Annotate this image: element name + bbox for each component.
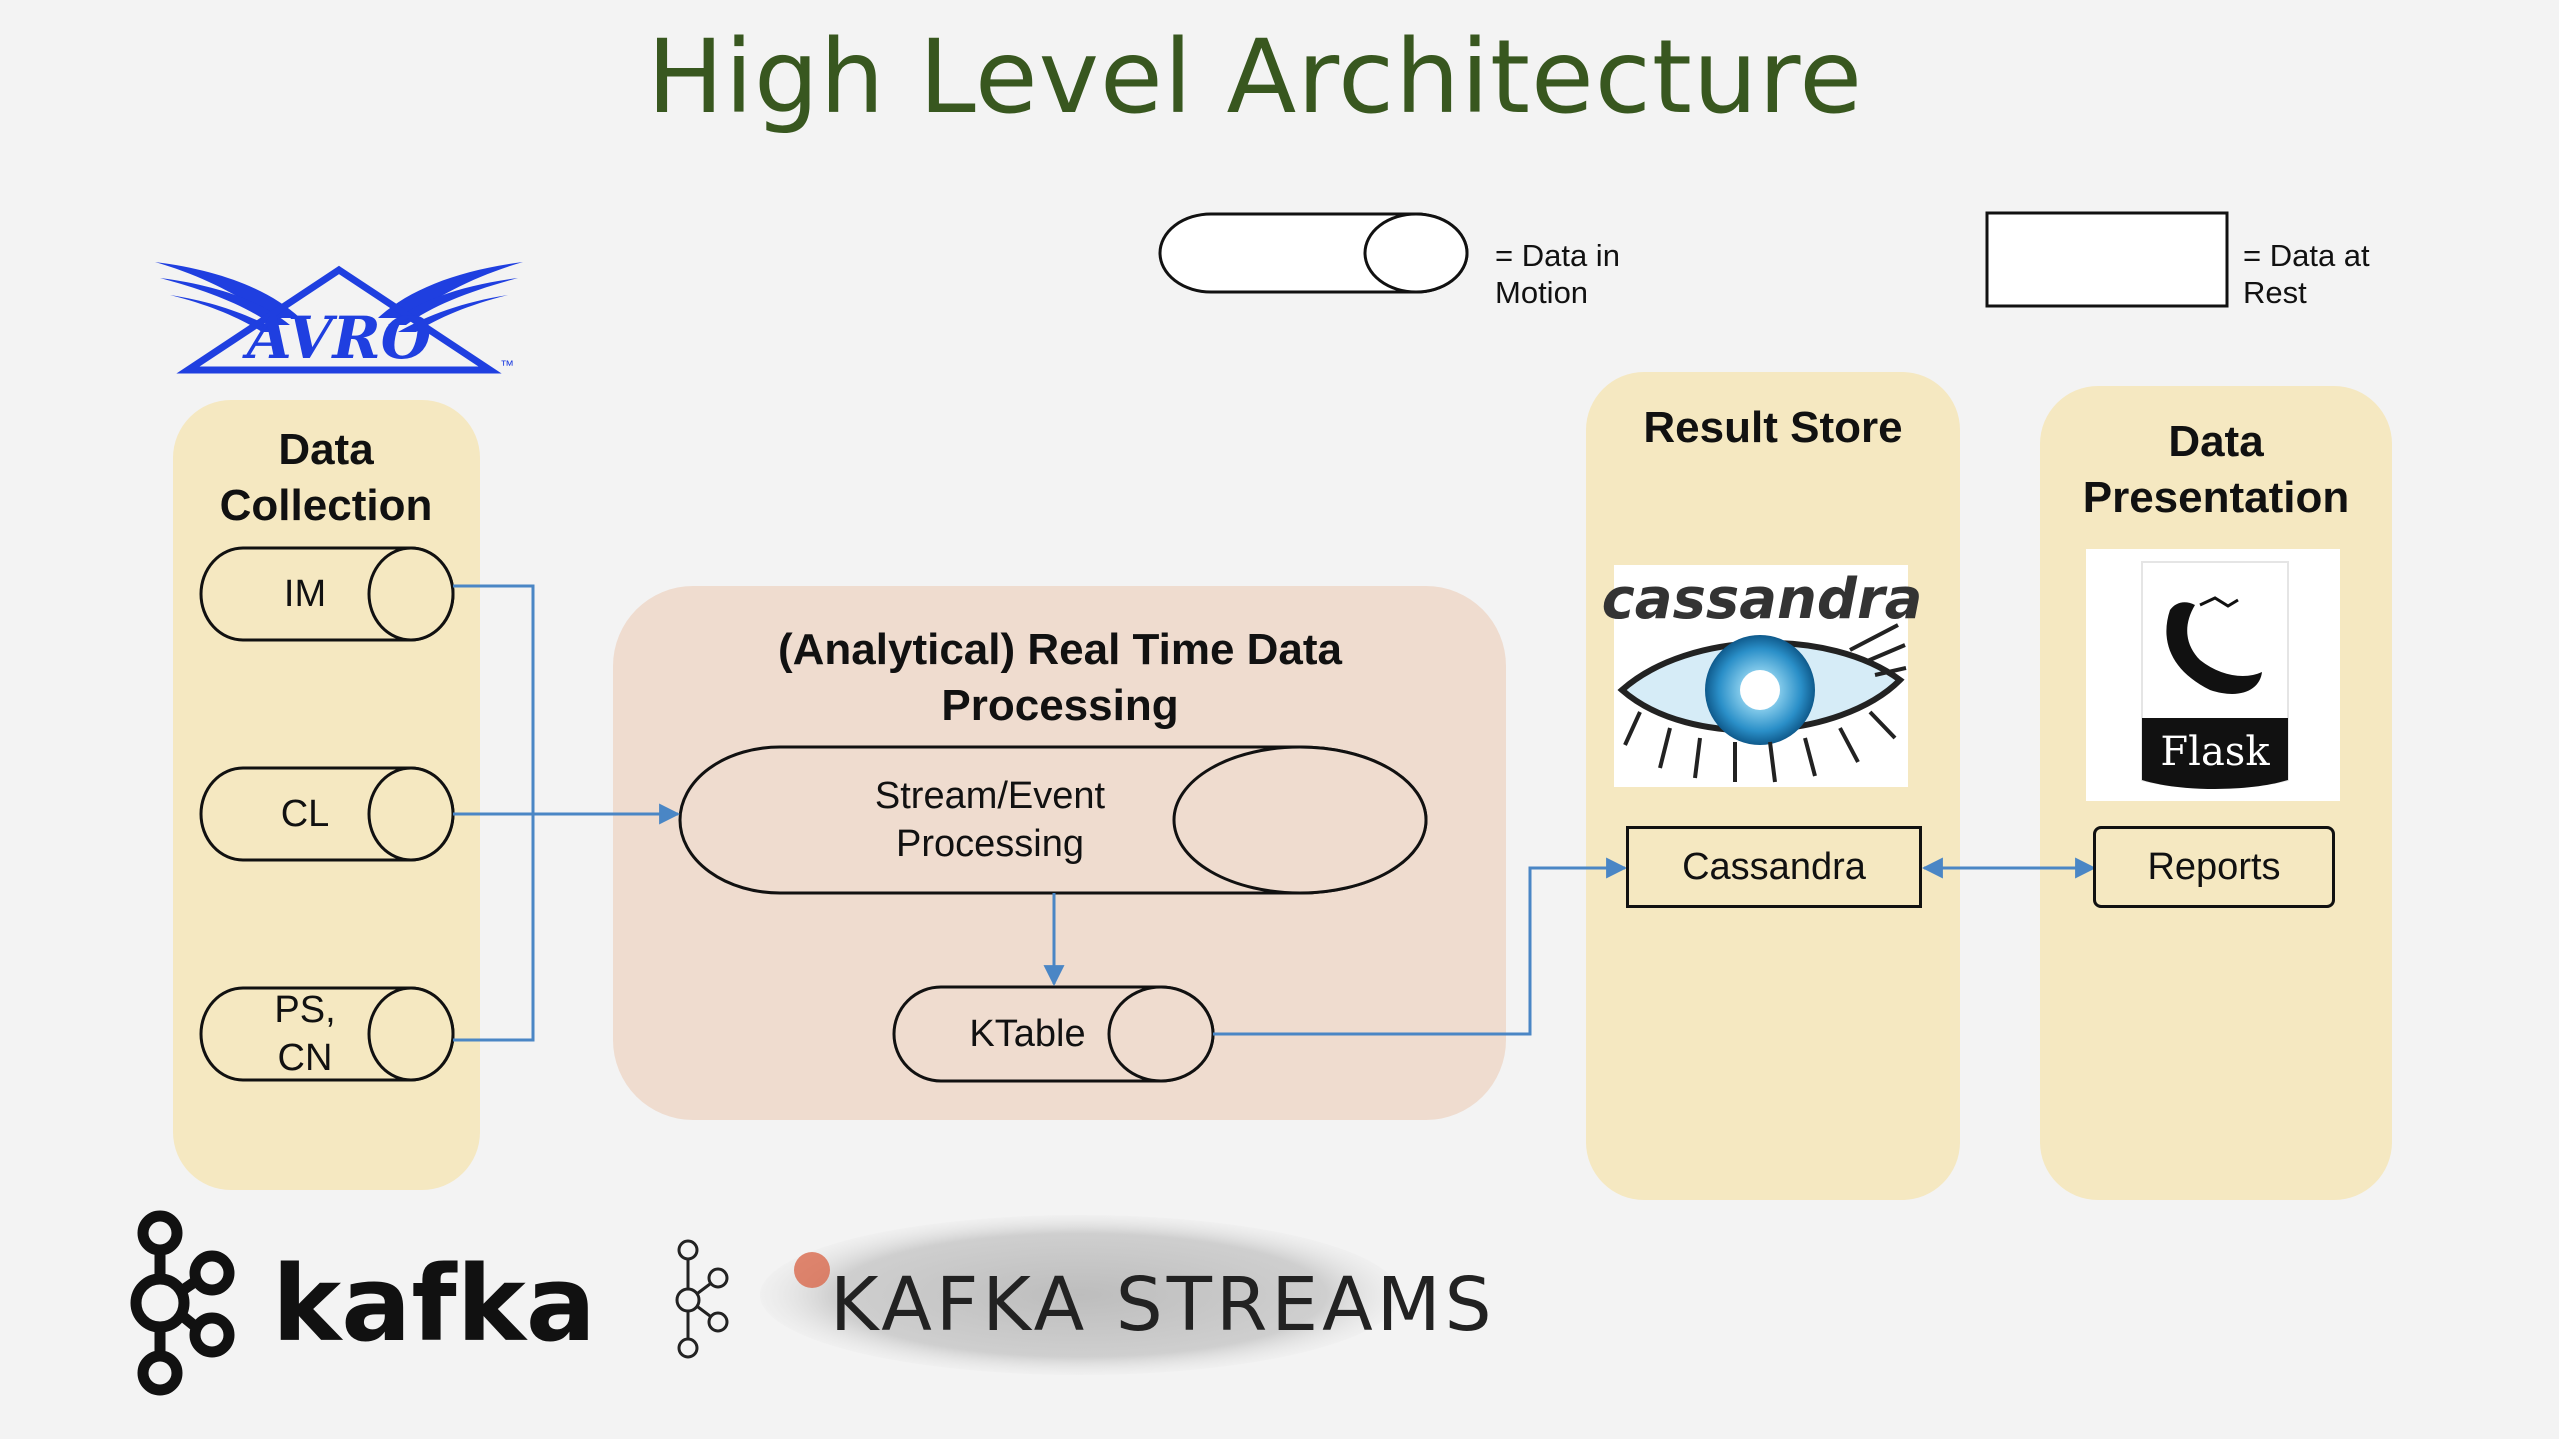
ps-cn-connector bbox=[453, 814, 535, 1042]
stream-processing-label: Stream/Event Processing bbox=[874, 775, 1106, 865]
cassandra-logo: cassandra bbox=[1602, 565, 1923, 787]
source-label-ps-cn: PS, CN bbox=[274, 989, 336, 1079]
flask-logo: Flask bbox=[2086, 549, 2340, 801]
avro-trademark: ™ bbox=[500, 357, 514, 373]
source-label-im: IM bbox=[283, 573, 327, 615]
cassandra-wordmark: cassandra bbox=[1602, 567, 1923, 632]
kafka-logo bbox=[130, 1210, 235, 1396]
slide: High Level Architecture Data Collection … bbox=[0, 0, 2559, 1439]
flask-wordmark: Flask bbox=[2160, 729, 2270, 775]
cassandra-box: Cassandra bbox=[1626, 826, 1922, 908]
legend-motion-label: = Data in Motion bbox=[1495, 238, 1620, 310]
avro-wordmark: AVRO bbox=[242, 304, 432, 372]
legend-rest-rectangle bbox=[1985, 211, 2229, 308]
kafka-streams-icon bbox=[675, 1239, 729, 1359]
legend-motion-cylinder bbox=[1158, 212, 1469, 294]
im-connector bbox=[453, 584, 535, 814]
legend-rest-label: = Data at Rest bbox=[2243, 238, 2370, 310]
avro-logo: AVRO ™ bbox=[155, 262, 523, 374]
source-label-cl: CL bbox=[280, 793, 330, 835]
kafka-streams-accent bbox=[794, 1252, 830, 1288]
diagram-canvas: AVRO ™ cassandra Flask kafka KAFKA STREA… bbox=[130, 211, 2340, 1396]
kafka-streams-wordmark: KAFKA STREAMS bbox=[830, 1262, 1496, 1348]
reports-box: Reports bbox=[2093, 826, 2335, 908]
kafka-wordmark: kafka bbox=[272, 1243, 596, 1365]
ktable-label: KTable bbox=[969, 1013, 1086, 1055]
